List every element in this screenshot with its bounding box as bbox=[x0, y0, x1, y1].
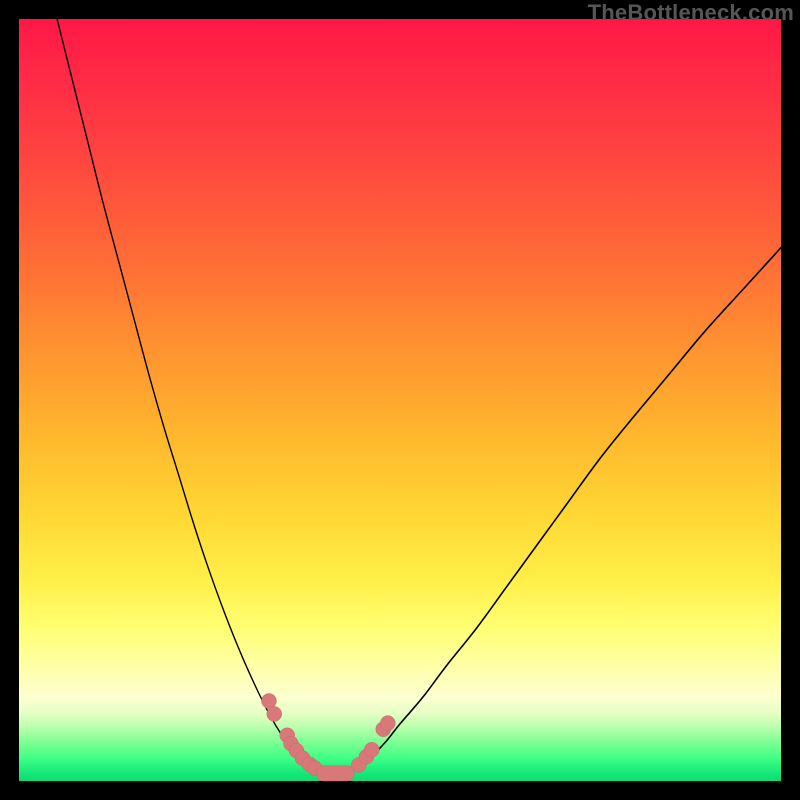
data-point bbox=[267, 706, 282, 721]
markers-left bbox=[261, 693, 322, 775]
chart-svg bbox=[19, 19, 781, 781]
valley-band bbox=[316, 766, 354, 781]
data-point bbox=[380, 716, 395, 731]
curve-right bbox=[354, 248, 781, 770]
markers-right bbox=[351, 716, 395, 773]
data-point bbox=[364, 742, 379, 757]
curve-left bbox=[57, 19, 316, 770]
